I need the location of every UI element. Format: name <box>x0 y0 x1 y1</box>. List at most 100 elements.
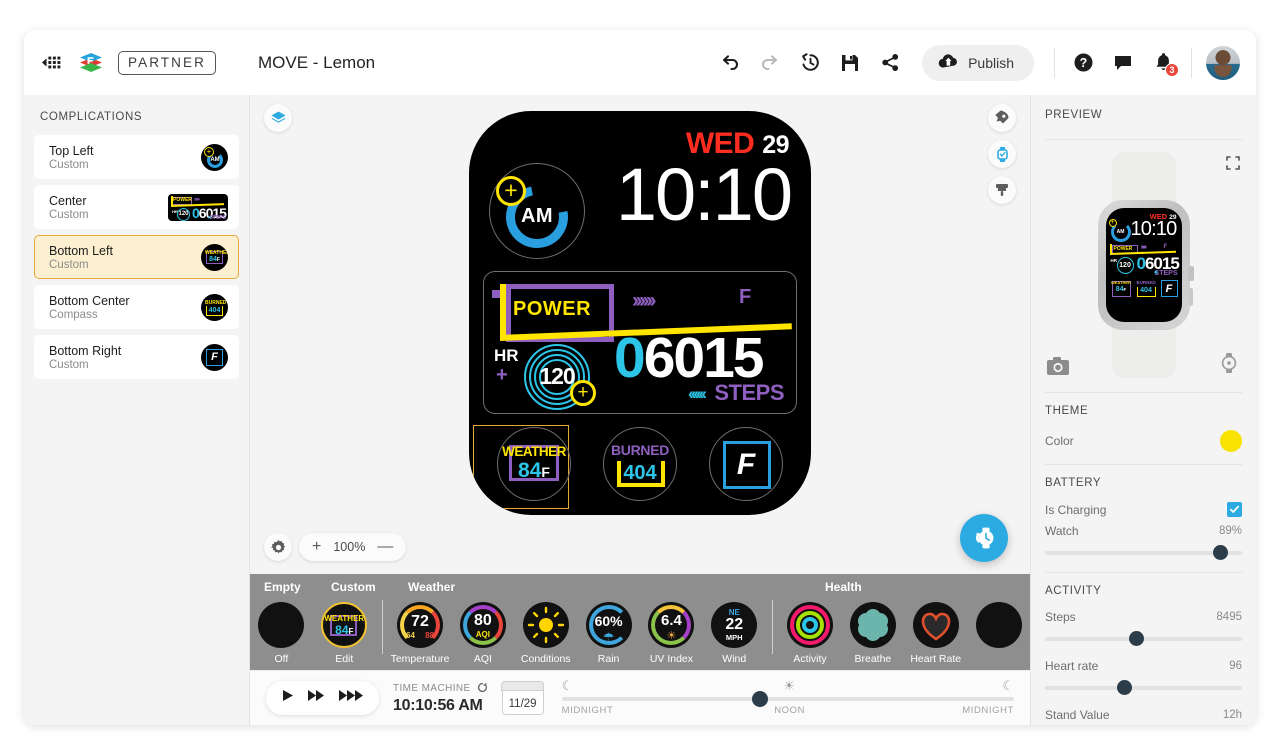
slider-knob[interactable] <box>1128 631 1144 646</box>
grid-apps-icon[interactable] <box>42 55 62 71</box>
complication-bottom-left[interactable]: WEATHER 84F <box>497 426 571 501</box>
play-icon[interactable] <box>282 689 294 707</box>
watchface-canvas[interactable]: WED 29 10:10 AM + POWER ›››››› F HR + 12… <box>250 95 1030 574</box>
f-mark: F <box>739 285 752 308</box>
burned-circle-thumb: BURNED 404 <box>201 293 228 321</box>
moon-icon: ☾ <box>561 678 574 693</box>
canvas-area: WED 29 10:10 AM + POWER ›››››› F HR + 12… <box>250 95 1030 725</box>
picker-item-off[interactable]: Off <box>250 602 313 665</box>
slider-knob[interactable] <box>751 691 768 707</box>
picker-group-custom: Custom <box>331 580 376 594</box>
steps-chevrons: ‹‹‹‹‹‹ <box>688 383 707 403</box>
zoom-pill[interactable]: + 100% — <box>299 533 407 561</box>
brand-glyph-icon: F <box>736 447 756 481</box>
activity-row-stand-value: Stand Value 12h <box>1045 703 1242 724</box>
sidebar-item-bottom-right[interactable]: Bottom Right Custom F <box>34 335 239 379</box>
sidebar-item-bottom-center[interactable]: Bottom Center Compass BURNED 404 <box>34 285 239 329</box>
round-watch-icon[interactable] <box>1220 353 1238 378</box>
brush-icon[interactable] <box>988 176 1016 204</box>
picker-item-wind[interactable]: NE 22 MPH Wind <box>703 602 766 665</box>
sidebar-item-center[interactable]: Center Custom POWER ››››› HR 120 06015 S… <box>34 185 239 229</box>
picker-item-edit[interactable]: WEATHER 84F Edit <box>313 602 376 665</box>
reset-icon[interactable] <box>477 682 488 696</box>
time-of-day-slider[interactable]: ☾ ☀ ☾ MIDNIGHT NOON MIDNIGHT <box>561 678 1014 718</box>
comp-title: Top Left <box>49 143 94 158</box>
watchface-preview[interactable]: WED 29 10:10 AM + POWER ›››››› F HR + 12… <box>469 110 811 515</box>
app-window: PARTNER MOVE - Lemon Publish ? 3 COMPLIC… <box>24 30 1256 725</box>
comp-sub: Custom <box>49 258 89 271</box>
save-icon[interactable] <box>830 43 870 83</box>
picker-item-conditions[interactable]: Conditions <box>514 602 577 665</box>
comp-title: Bottom Left <box>49 243 113 258</box>
activity-heading: ACTIVITY <box>1045 585 1102 597</box>
share-icon[interactable] <box>870 43 910 83</box>
playback-controls[interactable] <box>266 681 379 715</box>
sidebar-item-bottom-left[interactable]: Bottom Left Custom WEATHER 84F <box>34 235 239 279</box>
picker-item-uv-index[interactable]: 6.4 ☀ UV Index <box>640 602 703 665</box>
complication-top-left[interactable]: AM + <box>489 162 585 260</box>
watch-sync-icon[interactable] <box>960 514 1008 562</box>
redo-icon[interactable] <box>750 43 790 83</box>
slider-knob[interactable] <box>1213 545 1229 560</box>
moon-icon-right: ☾ <box>1002 678 1014 693</box>
watch-icon[interactable] <box>988 140 1016 168</box>
expand-icon[interactable] <box>1226 156 1240 175</box>
page-title: MOVE - Lemon <box>257 52 376 72</box>
comp-title: Bottom Right <box>49 343 122 358</box>
picker-item-heart-rate[interactable]: Heart Rate <box>904 602 967 665</box>
bell-icon[interactable]: 3 <box>1143 43 1183 83</box>
rocket-icon[interactable] <box>988 104 1016 132</box>
theme-color-row[interactable]: Color <box>1045 425 1242 454</box>
heart-rate-slider[interactable] <box>1045 679 1242 697</box>
help-icon[interactable]: ? <box>1063 43 1103 83</box>
steps-number: 06015 <box>614 329 765 387</box>
fast-forward-2x-icon[interactable] <box>339 689 363 707</box>
theme-color-swatch[interactable] <box>1220 430 1242 452</box>
publish-button[interactable]: Publish <box>922 44 1034 81</box>
watch-crown <box>1187 266 1194 281</box>
hr-plus: + <box>496 363 508 386</box>
weather-title: WEATHER <box>502 443 566 459</box>
properties-panel: PREVIEW WED 29 10:10 AM + POWER ›››››› F… <box>1030 95 1256 725</box>
picker-item-activity[interactable]: Activity <box>779 602 842 665</box>
power-label: POWER <box>513 297 592 320</box>
is-charging-checkbox[interactable] <box>1227 502 1242 517</box>
steps-slider[interactable] <box>1045 630 1242 648</box>
steps-label: Steps <box>1045 610 1076 624</box>
complication-picker: Empty Custom Weather Health Off WEATHER … <box>250 574 1030 670</box>
picker-item-more[interactable] <box>967 602 1030 653</box>
picker-item-rain[interactable]: 60% ☂ Rain <box>577 602 640 665</box>
undo-icon[interactable] <box>710 43 750 83</box>
avatar[interactable] <box>1206 45 1240 80</box>
watch-case: WED 29 10:10 AM + POWER ›››››› F HR 120 … <box>1097 200 1194 330</box>
time-machine-bar: TIME MACHINE 10:10:56 AM 11/29 ☾ ☀ ☾ MID… <box>250 670 1030 725</box>
layers-icon[interactable] <box>264 104 292 132</box>
camera-icon[interactable] <box>1047 357 1069 380</box>
temperature-icon: 72 64 88 <box>397 602 444 648</box>
is-charging-row[interactable]: Is Charging <box>1045 497 1242 519</box>
fast-forward-icon[interactable] <box>308 689 325 707</box>
slider-knob[interactable] <box>1116 680 1132 695</box>
gear-icon[interactable] <box>264 533 292 561</box>
date-picker[interactable]: 11/29 <box>501 680 545 715</box>
sidebar-item-top-left[interactable]: Top Left Custom AM + <box>34 135 239 179</box>
picker-item-breathe[interactable]: Breathe <box>841 602 904 665</box>
header-divider-2 <box>1191 47 1192 78</box>
battery-heading: BATTERY <box>1045 477 1102 489</box>
facer-logo-icon[interactable] <box>76 48 106 78</box>
picker-item-temperature[interactable]: 72 64 88 Temperature <box>389 602 452 665</box>
theme-heading: THEME <box>1045 405 1089 417</box>
complication-center[interactable]: POWER ›››››› F HR + 120 + 06015 ‹‹‹‹‹‹ S… <box>483 270 797 414</box>
complication-bottom-right[interactable]: F <box>709 426 783 501</box>
complication-bottom-center[interactable]: BURNED 404 <box>603 426 677 501</box>
zoom-in-button[interactable]: + <box>312 539 321 555</box>
chat-icon[interactable] <box>1103 43 1143 83</box>
watch-battery-slider[interactable] <box>1045 544 1242 562</box>
header-divider <box>1054 47 1055 78</box>
zoom-out-button[interactable]: — <box>377 539 393 555</box>
picker-item-aqi[interactable]: 80 AQI AQI <box>451 602 514 665</box>
history-icon[interactable] <box>790 43 830 83</box>
stand-value-label: Stand Value <box>1045 708 1110 722</box>
steps-label: STEPS <box>714 379 784 405</box>
watch-screen: WED 29 10:10 AM + POWER ›››››› F HR 120 … <box>1105 208 1182 322</box>
